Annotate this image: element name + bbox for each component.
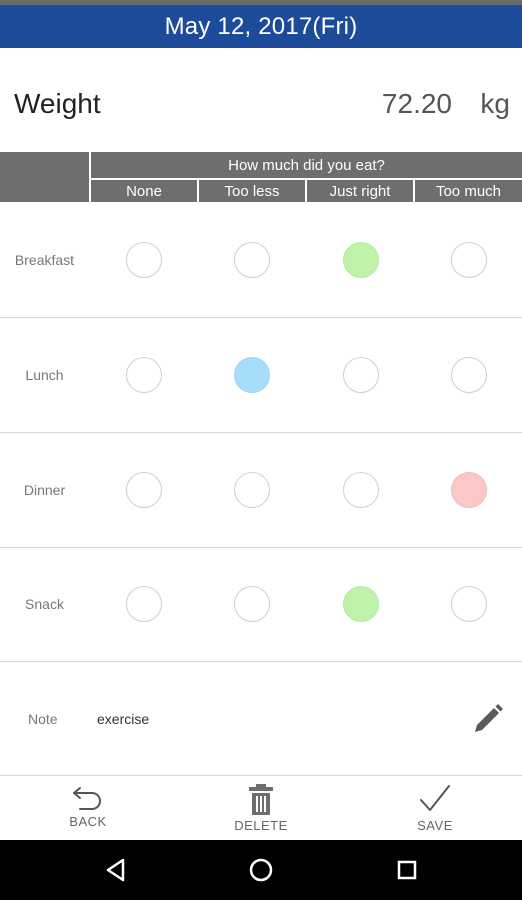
- undo-arrow-icon: [73, 787, 101, 810]
- choice-none[interactable]: [126, 586, 162, 622]
- choice-too-less[interactable]: [234, 472, 270, 508]
- choice-too-much[interactable]: [451, 357, 487, 393]
- choice-too-less-selected[interactable]: [234, 357, 270, 393]
- note-label: Note: [28, 711, 58, 727]
- choice-too-much[interactable]: [451, 242, 487, 278]
- column-too-much: Too much: [415, 180, 522, 202]
- choice-none[interactable]: [126, 472, 162, 508]
- android-navigation-bar: [0, 840, 522, 900]
- delete-button[interactable]: DELETE: [201, 776, 321, 840]
- meal-label-dinner: Dinner: [23, 482, 66, 498]
- grid-corner: [0, 152, 89, 202]
- choice-too-much[interactable]: [451, 586, 487, 622]
- checkmark-icon: [420, 785, 450, 811]
- note-row[interactable]: Note exercise: [0, 661, 522, 776]
- save-button[interactable]: SAVE: [375, 776, 495, 840]
- column-none: None: [91, 180, 197, 202]
- meal-row-breakfast: Breakfast: [0, 203, 522, 318]
- meal-row-lunch: Lunch: [0, 318, 522, 433]
- column-just-right: Just right: [307, 180, 413, 202]
- meal-label-breakfast: Breakfast: [14, 252, 75, 268]
- choice-too-less[interactable]: [234, 242, 270, 278]
- recents-square-icon[interactable]: [391, 854, 423, 886]
- meal-grid-header: How much did you eat? None Too less Just…: [0, 152, 522, 202]
- home-circle-icon[interactable]: [245, 854, 277, 886]
- column-too-less: Too less: [199, 180, 305, 202]
- choice-just-right-selected[interactable]: [343, 586, 379, 622]
- choice-none[interactable]: [126, 242, 162, 278]
- pencil-icon[interactable]: [470, 701, 506, 737]
- bottom-action-bar: BACK DELETE SAVE: [0, 776, 522, 840]
- weight-unit: kg: [480, 88, 510, 119]
- date-header: May 12, 2017(Fri): [0, 5, 522, 48]
- note-text[interactable]: exercise: [97, 711, 149, 727]
- date-title: May 12, 2017(Fri): [164, 12, 358, 40]
- save-label: SAVE: [417, 818, 453, 833]
- back-label: BACK: [69, 814, 107, 829]
- trash-icon: [249, 784, 273, 815]
- weight-row[interactable]: Weight 72.20 kg: [0, 48, 522, 152]
- choice-just-right[interactable]: [343, 357, 379, 393]
- meal-row-snack: Snack: [0, 547, 522, 662]
- meal-label-snack: Snack: [25, 596, 64, 612]
- choice-just-right-selected[interactable]: [343, 242, 379, 278]
- meal-row-dinner: Dinner: [0, 433, 522, 548]
- back-button[interactable]: BACK: [28, 776, 148, 840]
- weight-value[interactable]: 72.20: [382, 88, 452, 120]
- choice-too-less[interactable]: [234, 586, 270, 622]
- back-triangle-icon[interactable]: [100, 854, 132, 886]
- choice-just-right[interactable]: [343, 472, 379, 508]
- grid-question: How much did you eat?: [91, 152, 522, 178]
- delete-label: DELETE: [234, 818, 288, 833]
- meal-label-lunch: Lunch: [25, 367, 64, 383]
- weight-label: Weight: [14, 88, 101, 119]
- choice-none[interactable]: [126, 357, 162, 393]
- choice-too-much-selected[interactable]: [451, 472, 487, 508]
